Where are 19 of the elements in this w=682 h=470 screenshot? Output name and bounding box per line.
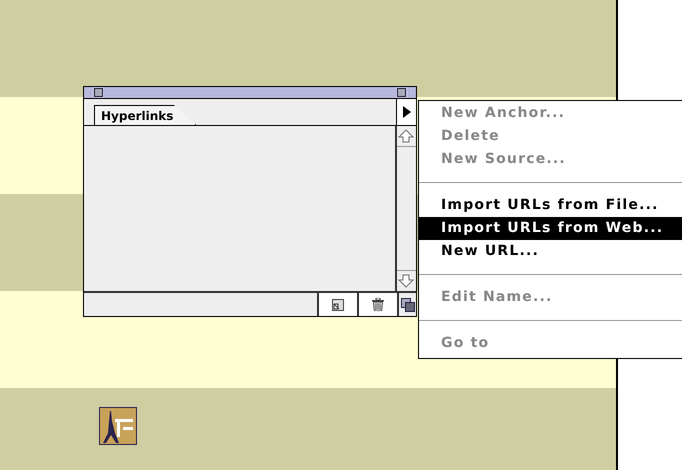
menu-item[interactable]: Import URLs from File... xyxy=(419,194,682,217)
tower-icon[interactable] xyxy=(99,407,137,445)
menu-item[interactable]: Import URLs from Web... xyxy=(419,217,682,240)
new-page-icon xyxy=(332,298,344,310)
new-item-button[interactable] xyxy=(317,293,357,316)
close-box-icon[interactable] xyxy=(94,88,103,97)
panel-menu-button[interactable] xyxy=(396,99,416,125)
up-arrow-icon[interactable] xyxy=(398,128,414,144)
trash-icon xyxy=(372,298,384,311)
menu-item[interactable]: New URL... xyxy=(419,240,682,263)
title-bar[interactable] xyxy=(84,87,416,99)
overlap-squares-icon xyxy=(400,298,414,312)
trash-button[interactable] xyxy=(357,293,397,316)
panel-tab[interactable]: Hyperlinks xyxy=(94,105,196,125)
zoom-box-icon[interactable] xyxy=(397,88,406,97)
down-arrow-icon[interactable] xyxy=(398,273,414,289)
scroll-bar[interactable] xyxy=(395,126,416,291)
triangle-icon xyxy=(402,106,410,118)
dock-button[interactable] xyxy=(397,293,416,316)
